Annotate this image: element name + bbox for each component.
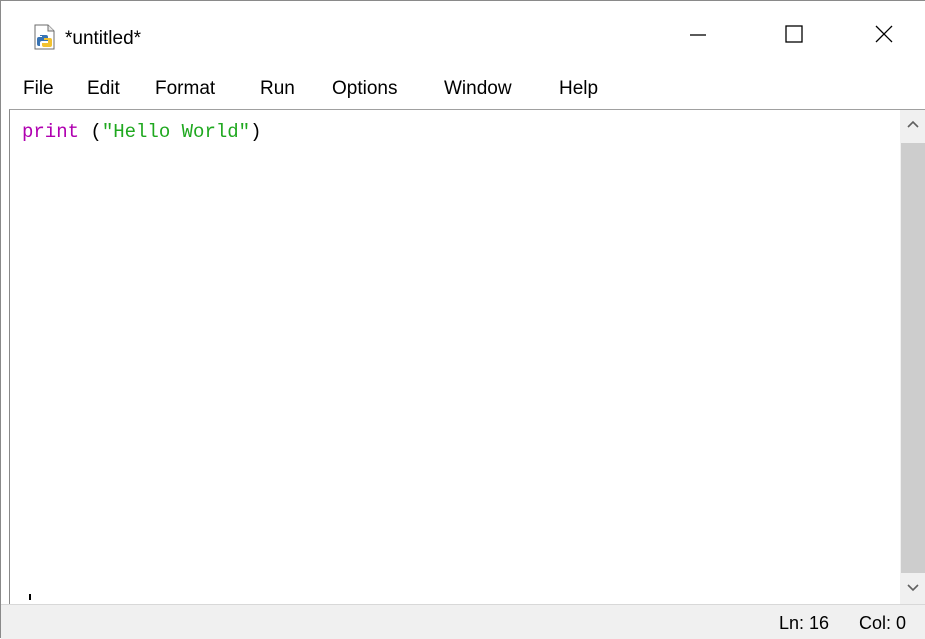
window-title: *untitled* bbox=[65, 28, 142, 49]
menu-format[interactable]: Format bbox=[155, 76, 215, 102]
scroll-up-button[interactable] bbox=[900, 110, 925, 140]
chevron-up-icon bbox=[906, 116, 920, 134]
code-line: print ("Hello World") bbox=[22, 119, 261, 145]
close-button[interactable] bbox=[839, 1, 925, 71]
minimize-icon bbox=[688, 24, 708, 49]
menu-options[interactable]: Options bbox=[332, 76, 397, 102]
maximize-icon bbox=[784, 24, 804, 49]
close-icon bbox=[874, 24, 894, 49]
column-number-status: Col: 0 bbox=[859, 613, 907, 633]
minimize-button[interactable] bbox=[653, 1, 743, 71]
vertical-scrollbar[interactable] bbox=[900, 109, 925, 604]
code-open-paren: ( bbox=[79, 121, 102, 143]
menu-edit[interactable]: Edit bbox=[87, 76, 120, 102]
status-bar: Ln: 16 Col: 0 bbox=[1, 604, 925, 639]
menu-help[interactable]: Help bbox=[559, 76, 598, 102]
code-string: "Hello World" bbox=[101, 121, 251, 143]
menu-bar: File Edit Format Run Options Window Help bbox=[1, 71, 925, 107]
menu-file[interactable]: File bbox=[23, 76, 54, 102]
menu-window[interactable]: Window bbox=[444, 76, 512, 102]
code-editor[interactable]: print ("Hello World") bbox=[9, 109, 900, 604]
chevron-down-icon bbox=[906, 580, 920, 598]
code-close-paren: ) bbox=[250, 121, 262, 143]
menu-run[interactable]: Run bbox=[260, 76, 295, 102]
idle-editor-window: *untitled* File Edit Format Run Options … bbox=[0, 0, 925, 639]
text-cursor bbox=[29, 594, 31, 600]
python-file-icon bbox=[33, 24, 57, 50]
title-bar[interactable]: *untitled* bbox=[1, 1, 925, 71]
scroll-thumb[interactable] bbox=[901, 143, 925, 573]
scroll-down-button[interactable] bbox=[900, 574, 925, 604]
maximize-button[interactable] bbox=[749, 1, 839, 71]
code-keyword: print bbox=[22, 121, 80, 143]
line-number-status: Ln: 16 bbox=[779, 613, 830, 633]
